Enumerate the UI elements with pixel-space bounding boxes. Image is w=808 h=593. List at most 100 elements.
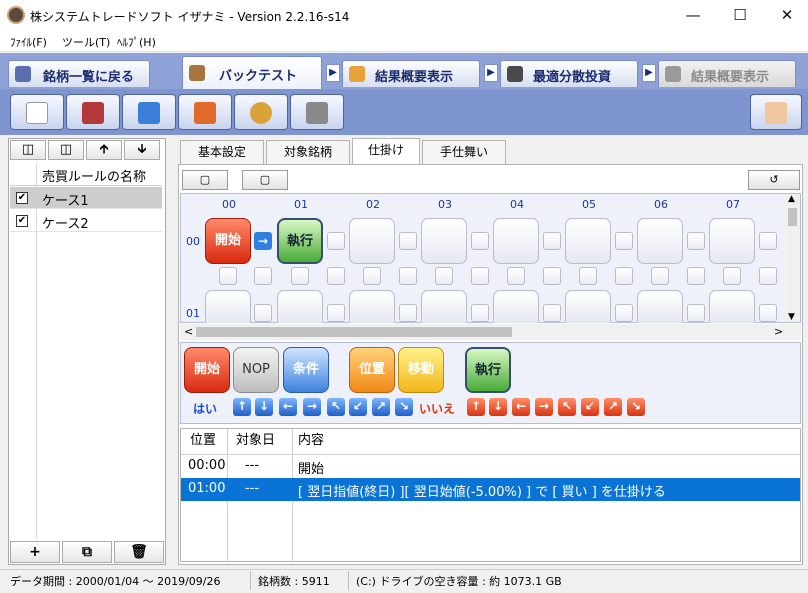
grid-cell[interactable] bbox=[277, 290, 323, 323]
delete-rule-button[interactable]: 🗑 bbox=[114, 541, 164, 563]
grid-connector[interactable] bbox=[363, 267, 381, 285]
palette-move-block[interactable]: 移動 bbox=[398, 347, 444, 393]
grid-connector[interactable] bbox=[471, 304, 489, 322]
grid-connector[interactable] bbox=[327, 267, 345, 285]
tab-exit[interactable]: 手仕舞い bbox=[422, 140, 506, 164]
add-rule-button[interactable]: + bbox=[10, 541, 60, 563]
export-button[interactable] bbox=[66, 94, 120, 130]
scroll-up-icon[interactable]: ▲ bbox=[788, 194, 795, 204]
save-block-button[interactable]: ▢ bbox=[242, 170, 288, 190]
table-row[interactable]: 01:00 --- [ 翌日指値(終日) ][ 翌日始値(-5.00%) ] で… bbox=[181, 478, 800, 501]
grid-connector[interactable] bbox=[435, 267, 453, 285]
grid-connector[interactable] bbox=[399, 232, 417, 250]
grid-connector[interactable] bbox=[687, 232, 705, 250]
grid-connector[interactable] bbox=[543, 267, 561, 285]
palette-execute-block[interactable]: 執行 bbox=[465, 347, 511, 393]
block-grid[interactable] bbox=[180, 193, 801, 323]
arrow-up-left-icon[interactable]: ↖ bbox=[327, 398, 345, 416]
grid-block-start[interactable]: 開始 bbox=[205, 218, 251, 264]
arrow-up-icon[interactable]: ↑ bbox=[233, 398, 251, 416]
grid-connector[interactable] bbox=[471, 232, 489, 250]
arrow-up-right-icon[interactable]: ↗ bbox=[372, 398, 390, 416]
grid-cell[interactable] bbox=[637, 218, 683, 264]
grid-connector[interactable] bbox=[579, 267, 597, 285]
grid-block-execute[interactable]: 執行 bbox=[277, 218, 323, 264]
tools-button[interactable] bbox=[290, 94, 344, 130]
palette-condition-block[interactable]: 条件 bbox=[283, 347, 329, 393]
grid-connector[interactable] bbox=[759, 267, 777, 285]
grid-connector[interactable] bbox=[723, 267, 741, 285]
grid-connector[interactable] bbox=[615, 232, 633, 250]
scroll-thumb[interactable] bbox=[788, 208, 797, 226]
arrow-down-icon[interactable]: ↓ bbox=[489, 398, 507, 416]
arrow-right-icon[interactable]: → bbox=[303, 398, 321, 416]
tab-optimal-diversification[interactable]: 最適分散投資 bbox=[500, 60, 638, 87]
grid-cell[interactable] bbox=[709, 290, 755, 323]
arrow-right-icon[interactable]: → bbox=[535, 398, 553, 416]
grid-connector[interactable] bbox=[543, 304, 561, 322]
arrow-down-icon[interactable]: ↓ bbox=[255, 398, 273, 416]
close-button[interactable]: ✕ bbox=[764, 0, 808, 31]
grid-connector[interactable] bbox=[399, 304, 417, 322]
grid-connector[interactable] bbox=[543, 232, 561, 250]
palette-nop-block[interactable]: NOP bbox=[233, 347, 279, 393]
table-row[interactable]: 00:00 --- 開始 bbox=[181, 455, 800, 478]
grid-cell[interactable] bbox=[637, 290, 683, 323]
grid-connector[interactable] bbox=[399, 267, 417, 285]
grid-connector[interactable] bbox=[615, 267, 633, 285]
save-as-button[interactable]: ◫ bbox=[48, 140, 84, 160]
tab-target-stocks[interactable]: 対象銘柄 bbox=[266, 140, 350, 164]
copy-rule-button[interactable]: ⧉ bbox=[62, 541, 112, 563]
new-button[interactable] bbox=[10, 94, 64, 130]
edit-button[interactable] bbox=[178, 94, 232, 130]
tab-back-to-list[interactable]: 銘柄一覧に戻る bbox=[8, 60, 150, 87]
arrow-left-icon[interactable]: ← bbox=[279, 398, 297, 416]
grid-connector[interactable] bbox=[291, 267, 309, 285]
tab-result-summary[interactable]: 結果概要表示 bbox=[342, 60, 480, 87]
grid-connector[interactable] bbox=[327, 304, 345, 322]
scroll-down-icon[interactable]: ▼ bbox=[788, 312, 795, 322]
rule-checkbox[interactable]: ✔ bbox=[16, 192, 28, 204]
menu-help[interactable]: ﾍﾙﾌﾟ(H) bbox=[117, 34, 156, 50]
tab-entry[interactable]: 仕掛け bbox=[352, 138, 420, 165]
arrow-down-right-icon[interactable]: ↘ bbox=[627, 398, 645, 416]
rule-item[interactable]: ✔ ケース2 bbox=[10, 210, 162, 232]
column-header-target-date[interactable]: 対象日 bbox=[236, 430, 275, 454]
tab-backtest[interactable]: バックテスト bbox=[182, 56, 322, 89]
arrow-up-icon[interactable]: ↑ bbox=[467, 398, 485, 416]
grid-connector[interactable] bbox=[759, 304, 777, 322]
menu-tools[interactable]: ツール(T) bbox=[62, 34, 110, 50]
grid-connector[interactable] bbox=[687, 267, 705, 285]
palette-button[interactable] bbox=[234, 94, 288, 130]
save-button[interactable]: ◫ bbox=[10, 140, 46, 160]
grid-cell[interactable] bbox=[493, 290, 539, 323]
column-header-content[interactable]: 内容 bbox=[298, 430, 324, 454]
column-header-position[interactable]: 位置 bbox=[190, 430, 216, 454]
tab-basic-settings[interactable]: 基本設定 bbox=[180, 140, 264, 164]
rule-checkbox[interactable]: ✔ bbox=[16, 215, 28, 227]
grid-connector[interactable] bbox=[327, 232, 345, 250]
grid-connector[interactable] bbox=[687, 304, 705, 322]
grid-cell[interactable] bbox=[565, 218, 611, 264]
grid-connector[interactable] bbox=[471, 267, 489, 285]
import-button[interactable] bbox=[122, 94, 176, 130]
grid-cell[interactable] bbox=[493, 218, 539, 264]
grid-cell[interactable] bbox=[205, 290, 251, 323]
rule-item[interactable]: ✔ ケース1 bbox=[10, 187, 162, 209]
grid-cell[interactable] bbox=[709, 218, 755, 264]
grid-connector[interactable] bbox=[254, 304, 272, 322]
arrow-right-icon[interactable]: → bbox=[254, 232, 272, 250]
move-down-button[interactable]: 🡳 bbox=[124, 140, 160, 160]
grid-vertical-scrollbar[interactable]: ▲ ▼ bbox=[786, 194, 800, 322]
grid-cell[interactable] bbox=[349, 290, 395, 323]
grid-cell[interactable] bbox=[349, 218, 395, 264]
grid-connector[interactable] bbox=[507, 267, 525, 285]
palette-position-block[interactable]: 位置 bbox=[349, 347, 395, 393]
grid-connector[interactable] bbox=[651, 267, 669, 285]
load-button[interactable]: ▢ bbox=[182, 170, 228, 190]
help-button[interactable] bbox=[750, 94, 802, 130]
scroll-left-icon[interactable]: < bbox=[184, 325, 193, 338]
minimize-button[interactable]: — bbox=[670, 0, 716, 31]
palette-start-block[interactable]: 開始 bbox=[184, 347, 230, 393]
arrow-up-left-icon[interactable]: ↖ bbox=[558, 398, 576, 416]
